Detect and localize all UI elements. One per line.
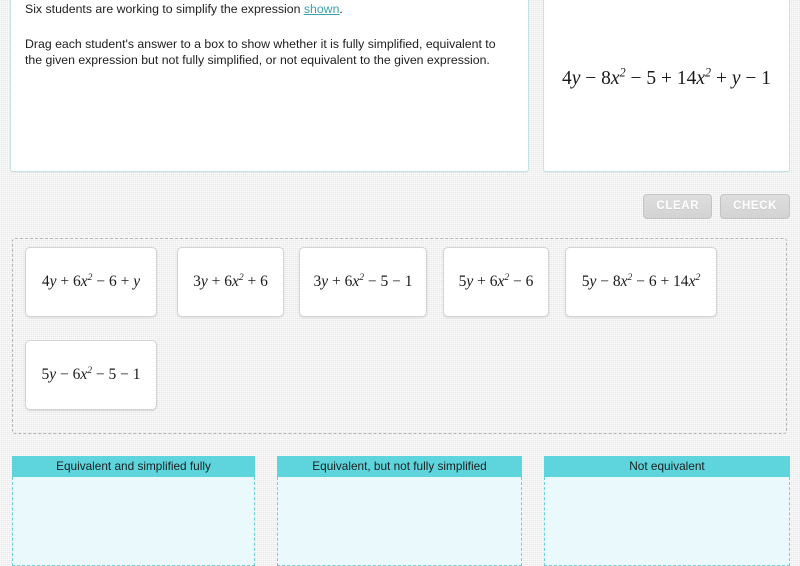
answer-tile-expression: 3y + 6x2 − 5 − 1: [313, 273, 412, 291]
math-token: x2: [688, 271, 701, 290]
action-bar: CLEAR CHECK: [0, 194, 790, 219]
tile-bank: 4y + 6x2 − 6 + y 3y + 6x2 + 6 3y + 6x2 − 5…: [12, 238, 787, 434]
expression-container: 4y − 8x2 − 5 + 14x2 + y − 1: [544, 0, 789, 171]
answer-tile-expression: 3y + 6x2 + 6: [193, 273, 268, 291]
math-token: − 1: [740, 68, 771, 89]
math-token: + 6: [328, 273, 353, 290]
prompt-panel: Six students are working to simplify the…: [10, 0, 529, 172]
math-token: y: [133, 273, 141, 290]
dropzone-body[interactable]: [277, 477, 522, 566]
prompt-text-after-link: .: [339, 2, 343, 16]
math-token: 5: [581, 273, 590, 290]
dropzone-header: Not equivalent: [544, 456, 790, 477]
dropzone[interactable]: Not equivalent: [544, 456, 790, 566]
dropzone[interactable]: Equivalent and simplified fully: [12, 456, 255, 566]
answer-tile-expression: 5y + 6x2 − 6: [459, 273, 534, 291]
math-token: + 6: [56, 273, 81, 290]
math-token: − 8: [580, 68, 611, 89]
dropzone[interactable]: Equivalent, but not fully simplified: [277, 456, 522, 566]
math-token: y: [200, 273, 208, 290]
check-button[interactable]: CHECK: [720, 194, 790, 219]
math-token: x2: [231, 271, 244, 290]
prompt-line-2: Drag each student's answer to a box to s…: [25, 36, 496, 68]
shown-link[interactable]: shown: [304, 2, 340, 16]
answer-tile[interactable]: 4y + 6x2 − 6 + y: [25, 247, 157, 317]
answer-tile-expression: 5y − 8x2 − 6 + 14x2: [582, 273, 701, 291]
math-token: x2: [610, 65, 626, 89]
math-token: − 6 +: [92, 273, 134, 290]
prompt-line-1: Six students are working to simplify the…: [25, 1, 512, 18]
math-token: − 6: [509, 273, 534, 290]
math-token: x2: [80, 364, 93, 383]
math-token: − 8: [596, 273, 621, 290]
clear-button[interactable]: CLEAR: [643, 194, 713, 219]
answer-tile[interactable]: 5y − 8x2 − 6 + 14x2: [565, 247, 717, 317]
answer-tile-expression: 4y + 6x2 − 6 + y: [42, 273, 140, 291]
dropzone-header: Equivalent, but not fully simplified: [277, 456, 522, 477]
math-token: 4: [41, 273, 50, 290]
expression-panel: 4y − 8x2 − 5 + 14x2 + y − 1: [543, 0, 790, 172]
math-token: x2: [352, 271, 365, 290]
math-token: 3: [193, 273, 201, 290]
answer-tile[interactable]: 5y − 6x2 − 5 − 1: [25, 340, 157, 410]
math-token: +: [711, 68, 732, 89]
prompt-text-before-link: Six students are working to simplify the…: [25, 2, 304, 16]
math-token: + 6: [207, 273, 232, 290]
math-token: − 5 − 1: [364, 273, 413, 290]
dropzone-body[interactable]: [12, 477, 255, 566]
math-token: + 6: [243, 273, 268, 290]
math-token: − 5 + 14: [625, 68, 697, 89]
math-token: − 5 − 1: [92, 366, 141, 383]
math-token: x2: [696, 65, 712, 89]
answer-tile[interactable]: 5y + 6x2 − 6: [443, 247, 549, 317]
given-expression: 4y − 8x2 − 5 + 14x2 + y − 1: [562, 65, 771, 90]
math-token: y: [49, 273, 57, 290]
math-token: − 6 + 14: [632, 273, 689, 290]
answer-tile[interactable]: 3y + 6x2 + 6: [177, 247, 284, 317]
math-token: x2: [620, 271, 633, 290]
math-token: − 6: [56, 366, 81, 383]
math-token: + 6: [473, 273, 498, 290]
dropzone-body[interactable]: [544, 477, 790, 566]
math-exponent: 2: [695, 271, 701, 283]
math-token: 4: [562, 68, 572, 89]
math-token: x2: [497, 271, 510, 290]
math-token: x2: [80, 271, 93, 290]
answer-tile[interactable]: 3y + 6x2 − 5 − 1: [299, 247, 427, 317]
dropzone-header: Equivalent and simplified fully: [12, 456, 255, 477]
answer-tile-expression: 5y − 6x2 − 5 − 1: [41, 366, 140, 384]
